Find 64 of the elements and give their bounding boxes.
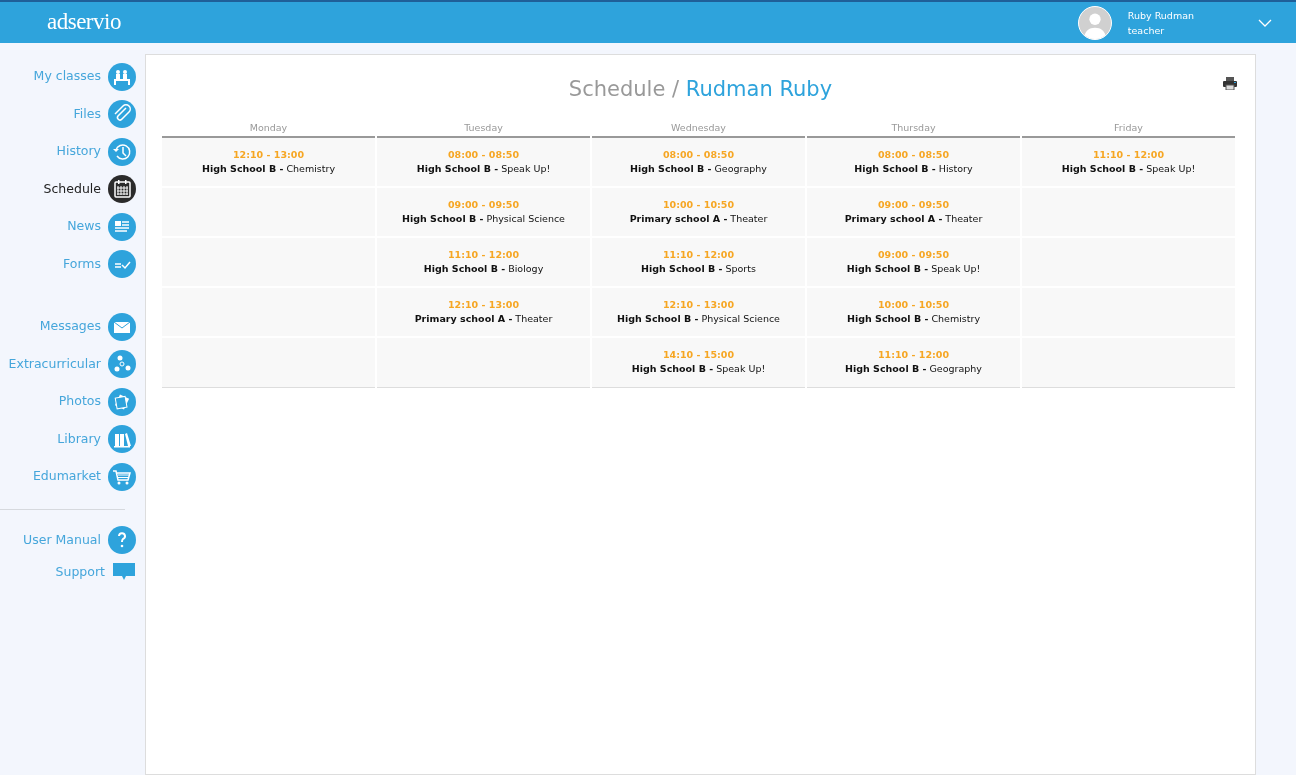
user-name: Ruby Rudman [1127,8,1194,23]
question-mark-icon [108,526,136,555]
photos-icon [108,387,136,416]
nav-item[interactable]: Files [0,95,145,133]
lesson-time: 09:00 - 09:50 [876,247,950,262]
avatar-icon[interactable] [1077,5,1112,40]
books-icon [108,425,136,454]
nav-item[interactable]: User Manual [0,521,145,559]
envelope-icon [108,312,136,341]
lesson-info: High School B - Speak Up! [630,362,767,377]
calendar-icon [108,175,136,204]
nav-item[interactable]: News [0,208,145,246]
cart-icon [108,462,136,491]
newspaper-icon [108,212,136,241]
spinner-icon [108,350,136,379]
nav-item[interactable]: Schedule [0,170,145,208]
lesson-time: 14:10 - 15:00 [661,348,735,362]
lesson-info: High School B - Physical Science [401,211,566,226]
lesson-time: 08:00 - 08:50 [876,147,950,162]
nav-item[interactable]: Extracurricular [0,345,145,383]
nav-item[interactable]: Support [0,559,145,585]
print-icon[interactable] [1223,77,1237,90]
lesson-info: High School B - Geography [629,161,768,176]
nav-item[interactable]: Photos [0,383,145,421]
lines-check-icon [108,250,136,279]
logo[interactable]: adservio [47,5,121,40]
people-at-table-icon [108,62,136,91]
lesson-time: 10:00 - 10:50 [661,197,735,212]
paperclip-icon [108,100,136,129]
lesson-info: Primary school A - Theater [413,311,554,326]
lesson-info: High School B - History [853,161,974,176]
nav-item[interactable]: Forms [0,245,145,283]
speech-bubble-icon [112,562,136,582]
nav-item[interactable]: Library [0,420,145,458]
user-role: teacher [1127,23,1166,38]
lesson-time: 08:00 - 08:50 [446,147,520,162]
lesson-time: 11:10 - 12:00 [661,247,735,262]
lesson-time: 11:10 - 12:00 [1091,147,1165,162]
lesson-time: 09:00 - 09:50 [876,197,950,212]
lesson-time: 11:10 - 12:00 [446,247,520,262]
lesson-info: Primary school A - Theater [843,211,984,226]
lesson-info: High School B - Speak Up! [1060,161,1197,176]
lesson-info: High School B - Sports [640,261,757,276]
lesson-time: 09:00 - 09:50 [446,197,520,212]
chevron-down-icon[interactable] [1258,18,1272,27]
lesson-info: High School B - Speak Up! [845,261,982,276]
page-title: Schedule / Rudman Ruby [568,76,833,103]
lesson-info: High School B - Biology [422,261,545,276]
lesson-info: High School B - Speak Up! [415,161,552,176]
lesson-time: 12:10 - 13:00 [661,297,735,312]
nav-item[interactable]: Messages [0,308,145,346]
lesson-time: 12:10 - 13:00 [446,297,520,312]
lesson-time: 08:00 - 08:50 [661,147,735,162]
lesson-time: 11:10 - 12:00 [876,348,950,362]
lesson-time: 12:10 - 13:00 [231,147,305,162]
nav-item[interactable]: History [0,133,145,171]
lesson-info: High School B - Chemistry [200,161,337,176]
nav-item[interactable]: Edumarket [0,458,145,496]
lesson-info: High School B - Geography [844,362,983,377]
lesson-time: 10:00 - 10:50 [876,297,950,312]
nav-item[interactable]: My classes [0,58,145,96]
lesson-info: High School B - Physical Science [616,311,781,326]
lesson-info: Primary school A - Theater [628,211,769,226]
lesson-info: High School B - Chemistry [845,311,982,326]
